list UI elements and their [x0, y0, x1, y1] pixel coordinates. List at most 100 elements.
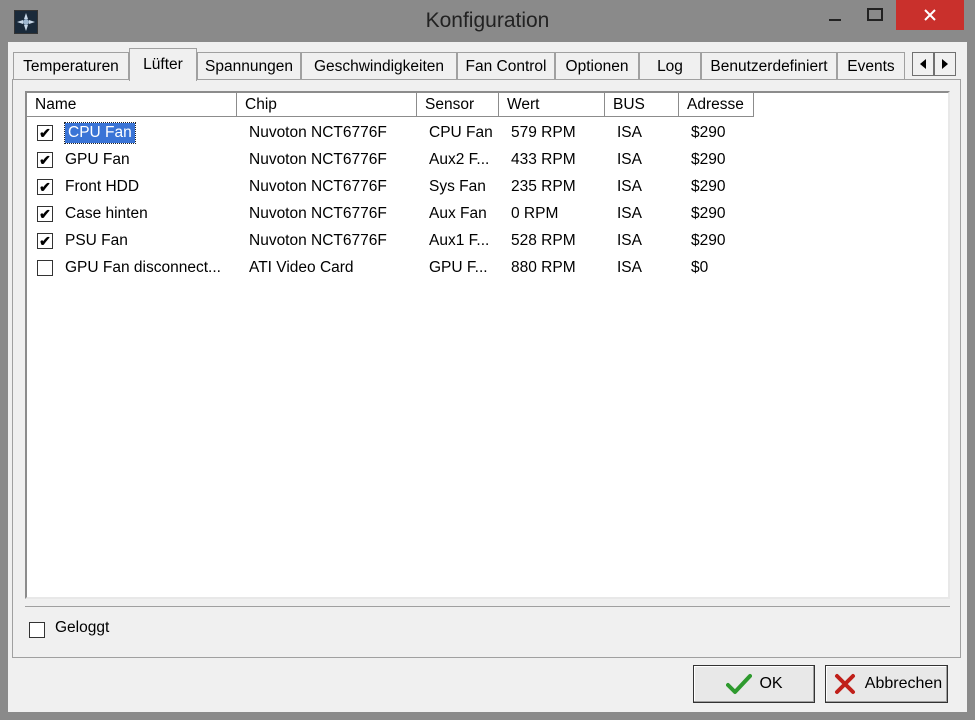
column-header-bus[interactable]: BUS	[605, 93, 679, 117]
tab-benutzerdefiniert[interactable]: Benutzerdefiniert	[701, 52, 837, 80]
tab-optionen[interactable]: Optionen	[555, 52, 639, 80]
maximize-button[interactable]	[856, 0, 894, 30]
cell-text-sensor: Aux2 F...	[429, 150, 490, 168]
dialog-client: Temperaturen Lüfter Spannungen Geschwind…	[8, 42, 967, 712]
table-row[interactable]: ✔ Case hinten Nuvoton NCT6776F Aux Fan 0 RPM…	[27, 200, 948, 227]
list-header: Name Chip Sensor Wert BUS Adresse	[27, 93, 948, 117]
table-row[interactable]: ✔ CPU Fan Nuvoton NCT6776F CPU Fan 579 RPM IS…	[27, 119, 948, 146]
arrow-right-icon	[942, 59, 948, 69]
cell-text-name: Case hinten	[65, 204, 148, 222]
cell-name: PSU Fan	[65, 227, 128, 254]
cell-text-bus: ISA	[617, 204, 642, 222]
minimize-icon	[829, 19, 841, 21]
column-header-adresse[interactable]: Adresse	[679, 93, 754, 117]
tab-log[interactable]: Log	[639, 52, 701, 80]
column-header-wert[interactable]: Wert	[499, 93, 605, 117]
tab-geschwindigkeiten[interactable]: Geschwindigkeiten	[301, 52, 457, 80]
cell-text-value: 235 RPM	[511, 177, 576, 195]
cell-sensor: Aux Fan	[429, 200, 487, 227]
cell-text-name: Front HDD	[65, 177, 140, 195]
row-checkbox[interactable]: ✔	[37, 152, 53, 168]
cell-value: 433 RPM	[511, 146, 576, 173]
tab-scroll-left-button[interactable]	[912, 52, 934, 76]
cell-value: 235 RPM	[511, 173, 576, 200]
cell-chip: ATI Video Card	[249, 254, 354, 281]
cell-address: $290	[691, 200, 725, 227]
tab-spannungen[interactable]: Spannungen	[197, 52, 301, 80]
table-row[interactable]: GPU Fan disconnect... ATI Video Card GPU F…	[27, 254, 948, 281]
cell-value: 528 RPM	[511, 227, 576, 254]
row-checkbox[interactable]: ✔	[37, 125, 53, 141]
column-header-sensor[interactable]: Sensor	[417, 93, 499, 117]
cell-text-value: 433 RPM	[511, 150, 576, 168]
logged-group: Geloggt	[25, 606, 950, 650]
cell-sensor: CPU Fan	[429, 119, 493, 146]
cell-text-name: PSU Fan	[65, 231, 128, 249]
cell-chip: Nuvoton NCT6776F	[249, 227, 387, 254]
cell-text-name: GPU Fan disconnect...	[65, 258, 221, 276]
cell-text-bus: ISA	[617, 177, 642, 195]
cell-text-address: $290	[691, 231, 726, 249]
table-row[interactable]: ✔ Front HDD Nuvoton NCT6776F Sys Fan 235 RPM…	[27, 173, 948, 200]
logged-checkbox[interactable]	[29, 622, 45, 638]
row-checkbox[interactable]: ✔	[37, 206, 53, 222]
cell-text-value: 0 RPM	[511, 204, 559, 222]
cell-value: 579 RPM	[511, 119, 576, 146]
cell-text-chip: ATI Video Card	[249, 258, 354, 276]
cell-chip: Nuvoton NCT6776F	[249, 173, 387, 200]
table-row[interactable]: ✔ PSU Fan Nuvoton NCT6776F Aux1 F... 528 RPM…	[27, 227, 948, 254]
cell-text-chip: Nuvoton NCT6776F	[249, 123, 387, 141]
cell-sensor: Aux2 F...	[429, 146, 489, 173]
cell-text-bus: ISA	[617, 123, 642, 141]
config-window: Konfiguration Temperaturen Lüfter Spannu…	[0, 0, 975, 720]
column-header-name[interactable]: Name	[27, 93, 237, 117]
fan-list[interactable]: Name Chip Sensor Wert BUS Adresse ✔ CPU F…	[25, 91, 950, 599]
cell-name: GPU Fan disconnect...	[65, 254, 221, 281]
cell-text-address: $0	[691, 258, 709, 276]
tab-fan-control[interactable]: Fan Control	[457, 52, 555, 80]
cell-name: Case hinten	[65, 200, 148, 227]
cell-text-chip: Nuvoton NCT6776F	[249, 150, 387, 168]
tab-scroll-right-button[interactable]	[934, 52, 956, 76]
tab-temperaturen[interactable]: Temperaturen	[13, 52, 129, 80]
maximize-icon	[867, 8, 883, 21]
arrow-left-icon	[920, 59, 926, 69]
cell-address: $290	[691, 146, 725, 173]
table-row[interactable]: ✔ GPU Fan Nuvoton NCT6776F Aux2 F... 433 RPM…	[27, 146, 948, 173]
cell-chip: Nuvoton NCT6776F	[249, 119, 387, 146]
tab-panel-luefter: Name Chip Sensor Wert BUS Adresse ✔ CPU F…	[12, 79, 961, 658]
cell-sensor: Aux1 F...	[429, 227, 489, 254]
cell-address: $290	[691, 173, 725, 200]
close-button[interactable]	[896, 0, 964, 30]
cell-name: GPU Fan	[65, 146, 130, 173]
ok-label: OK	[759, 675, 783, 692]
cross-icon	[831, 670, 859, 698]
cell-text-sensor: Sys Fan	[429, 177, 486, 195]
cell-chip: Nuvoton NCT6776F	[249, 200, 387, 227]
ok-button[interactable]: OK	[693, 665, 815, 703]
column-header-chip[interactable]: Chip	[237, 93, 417, 117]
close-icon	[924, 9, 936, 21]
cell-text-chip: Nuvoton NCT6776F	[249, 231, 387, 249]
minimize-button[interactable]	[818, 0, 852, 30]
cell-address: $0	[691, 254, 708, 281]
row-checkbox[interactable]: ✔	[37, 233, 53, 249]
cell-value: 0 RPM	[511, 200, 558, 227]
cell-sensor: Sys Fan	[429, 173, 486, 200]
cancel-button[interactable]: Abbrechen	[825, 665, 948, 703]
cancel-label: Abbrechen	[864, 675, 943, 692]
cell-text-name: GPU Fan	[65, 150, 130, 168]
cell-chip: Nuvoton NCT6776F	[249, 146, 387, 173]
cell-text-value: 880 RPM	[511, 258, 576, 276]
cell-text-address: $290	[691, 204, 726, 222]
tab-luefter[interactable]: Lüfter	[129, 48, 197, 81]
tab-events[interactable]: Events	[837, 52, 905, 80]
title-bar[interactable]: Konfiguration	[0, 0, 975, 42]
cell-bus: ISA	[617, 119, 642, 146]
cell-text-value: 528 RPM	[511, 231, 576, 249]
row-checkbox[interactable]: ✔	[37, 179, 53, 195]
cell-value: 880 RPM	[511, 254, 576, 281]
row-checkbox[interactable]	[37, 260, 53, 276]
checkmark-icon	[725, 670, 753, 698]
cell-text-bus: ISA	[617, 231, 642, 249]
